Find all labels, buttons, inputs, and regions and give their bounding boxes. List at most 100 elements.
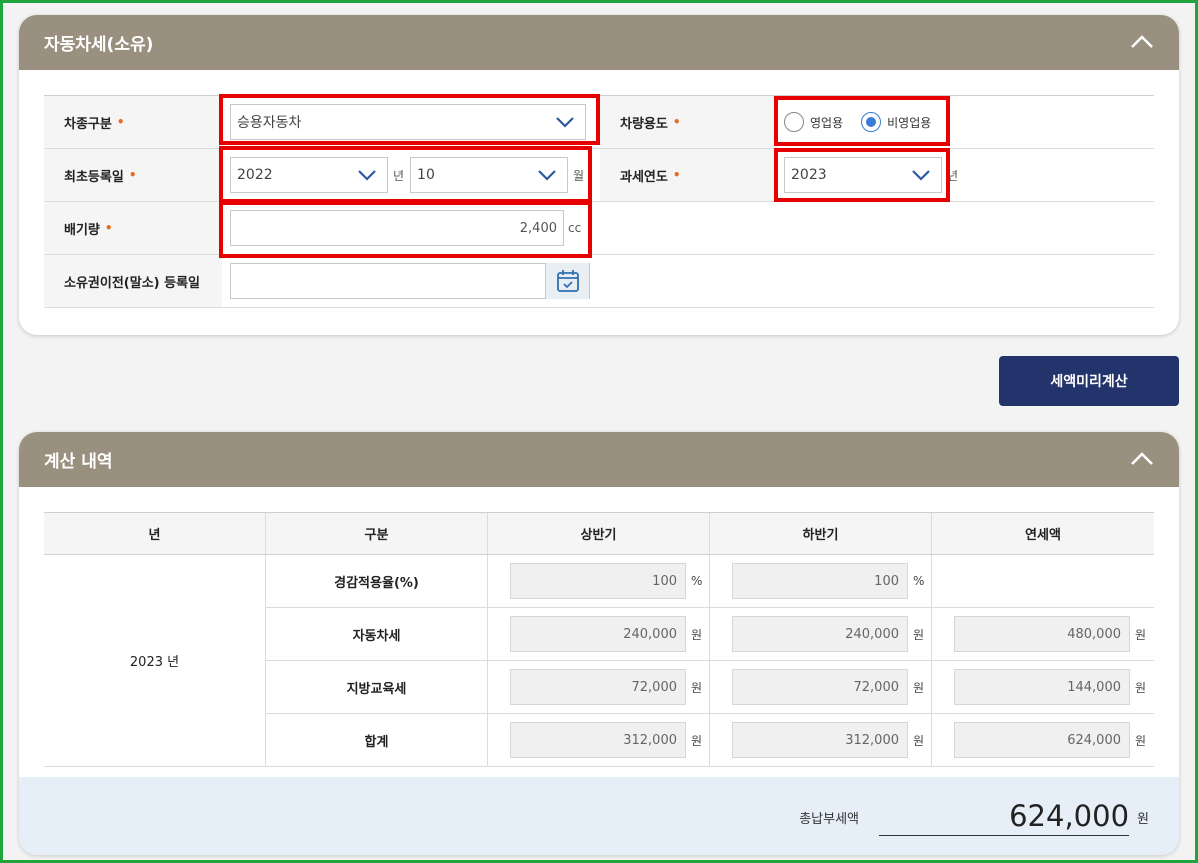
calendar-icon[interactable] [545, 263, 589, 299]
first-reg-month-select[interactable]: 10 [410, 157, 569, 193]
tax-form: 차종구분 • 승용자동차 차량용도 • 영업용 비영업용 최초등록일 • 202… [44, 95, 1154, 308]
column-header: 구분 [266, 513, 488, 554]
select-value: 10 [417, 167, 435, 183]
transfer-cell [222, 255, 600, 307]
radio-circle[interactable] [784, 112, 804, 132]
first-half-cell: 72,000 원 [488, 661, 710, 713]
table-row: 경감적용율(%) 100 % 100 % [266, 555, 1154, 608]
collapse-icon[interactable] [1129, 446, 1155, 472]
chevron-down-icon [556, 117, 574, 128]
column-header: 상반기 [488, 513, 710, 554]
readonly-field: 240,000 [510, 616, 686, 652]
radio-business[interactable]: 영업용 [784, 112, 843, 132]
total-bar: 총납부세액 624,000 원 [19, 777, 1179, 855]
form-row: 최초등록일 • 2022 년 10 월 과세연도 • 2023 년 [44, 149, 1154, 202]
calculate-tax-button[interactable]: 세액미리계산 [999, 356, 1179, 406]
required-mark: • [116, 115, 125, 129]
required-mark: • [128, 168, 137, 182]
transfer-label: 소유권이전(말소) 등록일 [44, 255, 222, 307]
panel-header: 계산 내역 [19, 432, 1179, 487]
annual-cell: 144,000 원 [932, 661, 1154, 713]
readonly-field: 480,000 [954, 616, 1130, 652]
unit: 원 [913, 733, 925, 748]
readonly-field: 312,000 [510, 722, 686, 758]
unit: 원 [691, 733, 703, 748]
displacement-input[interactable]: 2,400 [230, 210, 564, 246]
form-row: 소유권이전(말소) 등록일 [44, 255, 1154, 308]
calculation-panel: 계산 내역 년 구분 상반기 하반기 연세액 2023 년 경감적용율(%) 1… [19, 432, 1179, 855]
readonly-field: 144,000 [954, 669, 1130, 705]
column-header: 년 [44, 513, 266, 554]
unit: 원 [1135, 680, 1147, 695]
unit: 원 [913, 627, 925, 642]
form-row: 차종구분 • 승용자동차 차량용도 • 영업용 비영업용 [44, 96, 1154, 149]
row-label: 지방교육세 [266, 661, 488, 713]
table-row: 지방교육세 72,000 원 72,000 원 144,000 원 [266, 661, 1154, 714]
unit: % [913, 574, 925, 588]
second-half-cell: 240,000 원 [710, 608, 932, 660]
vehicle-tax-panel: 자동차세(소유) 차종구분 • 승용자동차 차량용도 • 영업용 비영업용 최초… [19, 15, 1179, 335]
annual-cell [932, 555, 1154, 607]
transfer-date-input[interactable] [230, 263, 590, 299]
select-value: 2023 [791, 167, 827, 183]
chevron-down-icon [912, 170, 930, 181]
vehicle-type-select[interactable]: 승용자동차 [230, 104, 586, 140]
first-half-cell: 100 % [488, 555, 710, 607]
total-value: 624,000 [879, 799, 1130, 836]
column-header: 연세액 [1025, 528, 1061, 543]
total-unit: 원 [1137, 811, 1149, 827]
tax-year-label: 과세연도 • [600, 149, 778, 201]
displacement-label: 배기량 • [44, 202, 222, 254]
unit: 원 [1135, 627, 1147, 642]
required-mark: • [672, 168, 681, 182]
total-label: 총납부세액 [799, 811, 860, 827]
label-text: 소유권이전(말소) 등록일 [64, 275, 201, 291]
month-unit: 월 [573, 168, 585, 183]
unit: 원 [691, 680, 703, 695]
vehicle-type-label: 차종구분 • [44, 96, 222, 148]
column-header: 하반기 [710, 513, 932, 554]
readonly-field: 240,000 [732, 616, 908, 652]
select-value: 승용자동차 [237, 115, 302, 131]
panel-header: 자동차세(소유) [19, 15, 1179, 70]
year-cell: 2023 년 [44, 555, 266, 767]
annual-cell: 480,000 원 [932, 608, 1154, 660]
readonly-field: 72,000 [732, 669, 908, 705]
first-reg-cell: 2022 년 10 월 [222, 149, 600, 201]
second-half-cell: 312,000 원 [710, 714, 932, 766]
label-text: 차량용도 [620, 116, 668, 132]
select-value: 2022 [237, 167, 273, 183]
radio-circle[interactable] [861, 112, 882, 132]
unit: 원 [1135, 733, 1147, 748]
first-reg-label: 최초등록일 • [44, 149, 222, 201]
first-half-cell: 312,000 원 [488, 714, 710, 766]
readonly-field: 100 [732, 563, 908, 599]
radio-label: 영업용 [810, 115, 844, 130]
result-table: 년 구분 상반기 하반기 연세액 2023 년 경감적용율(%) 100 % 1… [44, 512, 1154, 767]
usage-cell: 영업용 비영업용 [778, 96, 931, 148]
first-reg-year-select[interactable]: 2022 [230, 157, 388, 193]
table-header: 년 구분 상반기 하반기 연세액 [44, 513, 1154, 555]
table-body: 2023 년 경감적용율(%) 100 % 100 % 자동차세 240,000… [44, 555, 1154, 767]
unit: 원 [691, 627, 703, 642]
readonly-field: 72,000 [510, 669, 686, 705]
radio-label: 비영업용 [887, 115, 932, 130]
form-row: 배기량 • 2,400 cc [44, 202, 1154, 255]
panel-title: 계산 내역 [44, 452, 113, 472]
required-mark: • [672, 115, 681, 129]
first-half-cell: 240,000 원 [488, 608, 710, 660]
readonly-field: 100 [510, 563, 686, 599]
label-text: 차종구분 [64, 116, 112, 132]
year-unit: 년 [947, 168, 959, 183]
vehicle-type-cell: 승용자동차 [222, 96, 600, 148]
required-mark: • [104, 221, 113, 235]
radio-non-business[interactable]: 비영업용 [861, 112, 931, 132]
second-half-cell: 100 % [710, 555, 932, 607]
label-text: 최초등록일 [64, 169, 124, 185]
row-label: 합계 [266, 714, 488, 766]
collapse-icon[interactable] [1129, 29, 1155, 55]
unit: 원 [913, 680, 925, 695]
tax-year-select[interactable]: 2023 [784, 157, 942, 193]
readonly-field: 312,000 [732, 722, 908, 758]
annual-cell: 624,000 원 [932, 714, 1154, 766]
